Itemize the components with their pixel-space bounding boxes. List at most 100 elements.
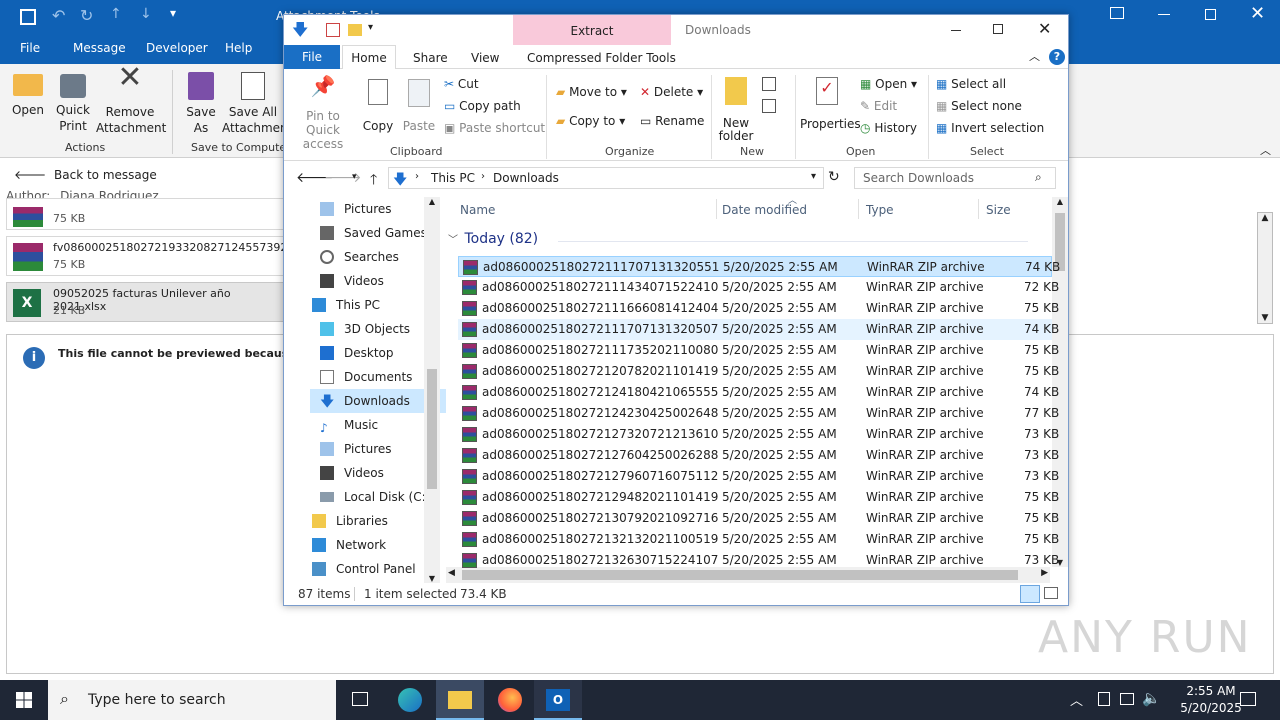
extract-tab[interactable]: Extract [513, 15, 671, 45]
recent-locations-icon[interactable]: ▾ [352, 172, 357, 182]
move-to-button[interactable]: ▰ Move to ▾ [556, 85, 627, 99]
ribbon-display-icon[interactable] [1110, 7, 1124, 19]
close-icon[interactable]: ✕ [1038, 19, 1051, 38]
invert-selection-button[interactable]: ▦ Invert selection [936, 121, 1044, 135]
history-button[interactable]: ◷ History [860, 121, 917, 135]
group-header-today[interactable]: ﹀ Today (82) [448, 231, 1038, 251]
start-button[interactable] [0, 680, 48, 720]
lan-icon[interactable] [1120, 693, 1134, 705]
remove-attachment-button[interactable]: ✕ Remove Attachment [96, 63, 166, 136]
refresh-icon[interactable]: ↻ [828, 169, 840, 185]
file-row[interactable]: ad086000251802721242304250026485 24.zip 5… [458, 403, 1059, 424]
properties-button[interactable]: ✓ Properties [800, 77, 861, 131]
tab-view[interactable]: View [471, 51, 499, 65]
address-dropdown-icon[interactable]: ▾ [811, 171, 816, 182]
save-as-button[interactable]: Save As [180, 70, 222, 136]
outlook-button[interactable]: O [534, 680, 582, 720]
new-item-icon[interactable] [762, 77, 776, 91]
search-input[interactable]: Search Downloads ⌕ [854, 167, 1056, 189]
file-row-selected[interactable]: ad08600025180272111707131320551 01.zip 5/… [458, 256, 1060, 277]
copy-path-button[interactable]: ▭ Copy path [444, 99, 521, 113]
message-scrollbar[interactable]: ▲ ▼ [1257, 212, 1273, 324]
tab-file[interactable]: File [20, 41, 40, 55]
network-icon[interactable] [1098, 692, 1110, 706]
file-row[interactable]: ad0860002518027211170713132050764.zip 5/2… [458, 319, 1059, 340]
delete-button[interactable]: ✕ Delete ▾ [640, 85, 703, 99]
address-bar[interactable]: 🡇 › This PC › Downloads ▾ [388, 167, 824, 189]
file-row[interactable]: ad086000251802721279607160751125 37.zip 5… [458, 466, 1059, 487]
edge-button[interactable] [386, 680, 434, 720]
minimize-icon[interactable] [1158, 14, 1170, 15]
task-view-button[interactable] [336, 680, 384, 720]
up-icon[interactable]: 🡑 [370, 169, 377, 193]
file-row[interactable]: ad086000251802721321320211005192558 0...… [458, 529, 1059, 550]
up-icon[interactable]: ↑ [110, 6, 122, 22]
copy-to-button[interactable]: ▰ Copy to ▾ [556, 114, 625, 128]
file-row[interactable]: ad086000251802721307920210927164111 8...… [458, 508, 1059, 529]
help-icon[interactable]: ? [1049, 49, 1065, 65]
nav-item-network[interactable]: Network [302, 533, 438, 557]
scroll-up-icon[interactable]: ▲ [1258, 213, 1272, 223]
nav-item-libraries[interactable]: Libraries [302, 509, 438, 533]
tab-home[interactable]: Home [342, 45, 396, 70]
maximize-icon[interactable] [993, 24, 1003, 34]
minimize-icon[interactable] [951, 30, 961, 31]
large-icons-view-icon[interactable] [1044, 587, 1058, 599]
undo-icon[interactable]: ↶ [52, 6, 65, 25]
collapse-ribbon-icon[interactable]: ︿ [1260, 142, 1271, 158]
tab-file[interactable]: File [284, 45, 340, 69]
firefox-button[interactable] [486, 680, 534, 720]
close-icon[interactable]: ✕ [1250, 3, 1265, 24]
file-row[interactable]: ad086000251802721326307152241076 93.zip 5… [458, 550, 1059, 571]
tab-compressed-folder-tools[interactable]: Compressed Folder Tools [527, 51, 676, 65]
open-button[interactable]: Open [6, 70, 50, 118]
attachment-item-selected[interactable]: X 09052025 facturas Unilever año 2021.xl… [6, 282, 288, 322]
scroll-down-icon[interactable]: ▼ [1258, 313, 1272, 323]
show-hidden-icons-icon[interactable]: ︿ [1070, 690, 1083, 709]
scroll-left-icon[interactable]: ◀ [448, 568, 455, 578]
file-row[interactable]: ad086000251802721114340715224105528.zip 5… [458, 277, 1059, 298]
customize-qat-icon[interactable]: ▾ [170, 6, 176, 20]
nav-scrollbar[interactable]: ▲ ▼ [424, 197, 440, 583]
scrollbar-thumb[interactable] [462, 570, 1018, 580]
save-all-attachments-button[interactable]: Save All Attachments [222, 70, 284, 136]
file-row[interactable]: ad086000251802721294820211014193055 7...… [458, 487, 1059, 508]
quick-print-button[interactable]: Quick Print [52, 70, 94, 134]
file-row[interactable]: ad086000251802721241804210655558 57.zip 5… [458, 382, 1059, 403]
pin-quick-access-button[interactable]: 📌 Pin to Quick access [290, 76, 356, 151]
tab-message[interactable]: Message [73, 41, 126, 55]
column-size[interactable]: Size [986, 203, 1011, 217]
rename-button[interactable]: ▭ Rename [640, 114, 704, 128]
select-all-button[interactable]: ▦ Select all [936, 77, 1006, 91]
easy-access-icon[interactable] [762, 99, 776, 113]
column-name[interactable]: Name [460, 203, 495, 217]
folder-qat-icon[interactable] [348, 24, 362, 36]
volume-icon[interactable]: 🔈 [1142, 689, 1161, 707]
column-type[interactable]: Type [866, 203, 894, 217]
breadcrumb-downloads[interactable]: Downloads [493, 171, 559, 185]
attachment-item[interactable]: 75 KB [6, 198, 288, 230]
scroll-up-icon[interactable]: ▲ [1052, 197, 1068, 206]
scroll-down-icon[interactable]: ▼ [424, 574, 440, 583]
file-row[interactable]: ad086000251802721116660814124048582.zip 5… [458, 298, 1059, 319]
copy-button[interactable]: Copy [360, 79, 396, 133]
file-row[interactable]: ad0860002518027212760425002628862.zip 5/2… [458, 445, 1059, 466]
down-icon[interactable]: ↓ [140, 6, 152, 22]
taskbar-search-input[interactable]: ⌕ Type here to search [48, 680, 336, 720]
attachment-item[interactable]: fv08600025180272193320827124557392.zip 7… [6, 236, 307, 276]
nav-item-control-panel[interactable]: Control Panel [302, 557, 438, 581]
paste-shortcut-button[interactable]: ▣ Paste shortcut [444, 121, 545, 135]
back-to-message-link[interactable]: 🡐 Back to message [14, 167, 157, 182]
file-row[interactable]: ad086000251802721273207212136106 08.zip 5… [458, 424, 1059, 445]
scrollbar-thumb[interactable] [427, 369, 437, 489]
nav-item-this-pc[interactable]: This PC [302, 293, 438, 317]
new-folder-button[interactable]: New folder [716, 77, 756, 143]
save-icon[interactable] [20, 9, 36, 25]
details-view-icon[interactable] [1020, 585, 1040, 603]
column-date-modified[interactable]: Date modified [722, 203, 807, 217]
file-row[interactable]: ad08600025180272120782021101419305 58...… [458, 361, 1059, 382]
collapse-ribbon-icon[interactable]: ︿ [1029, 48, 1040, 64]
redo-icon[interactable]: ↻ [80, 6, 93, 25]
edit-button[interactable]: ✎ Edit [860, 99, 897, 113]
notifications-icon[interactable] [1240, 692, 1256, 706]
